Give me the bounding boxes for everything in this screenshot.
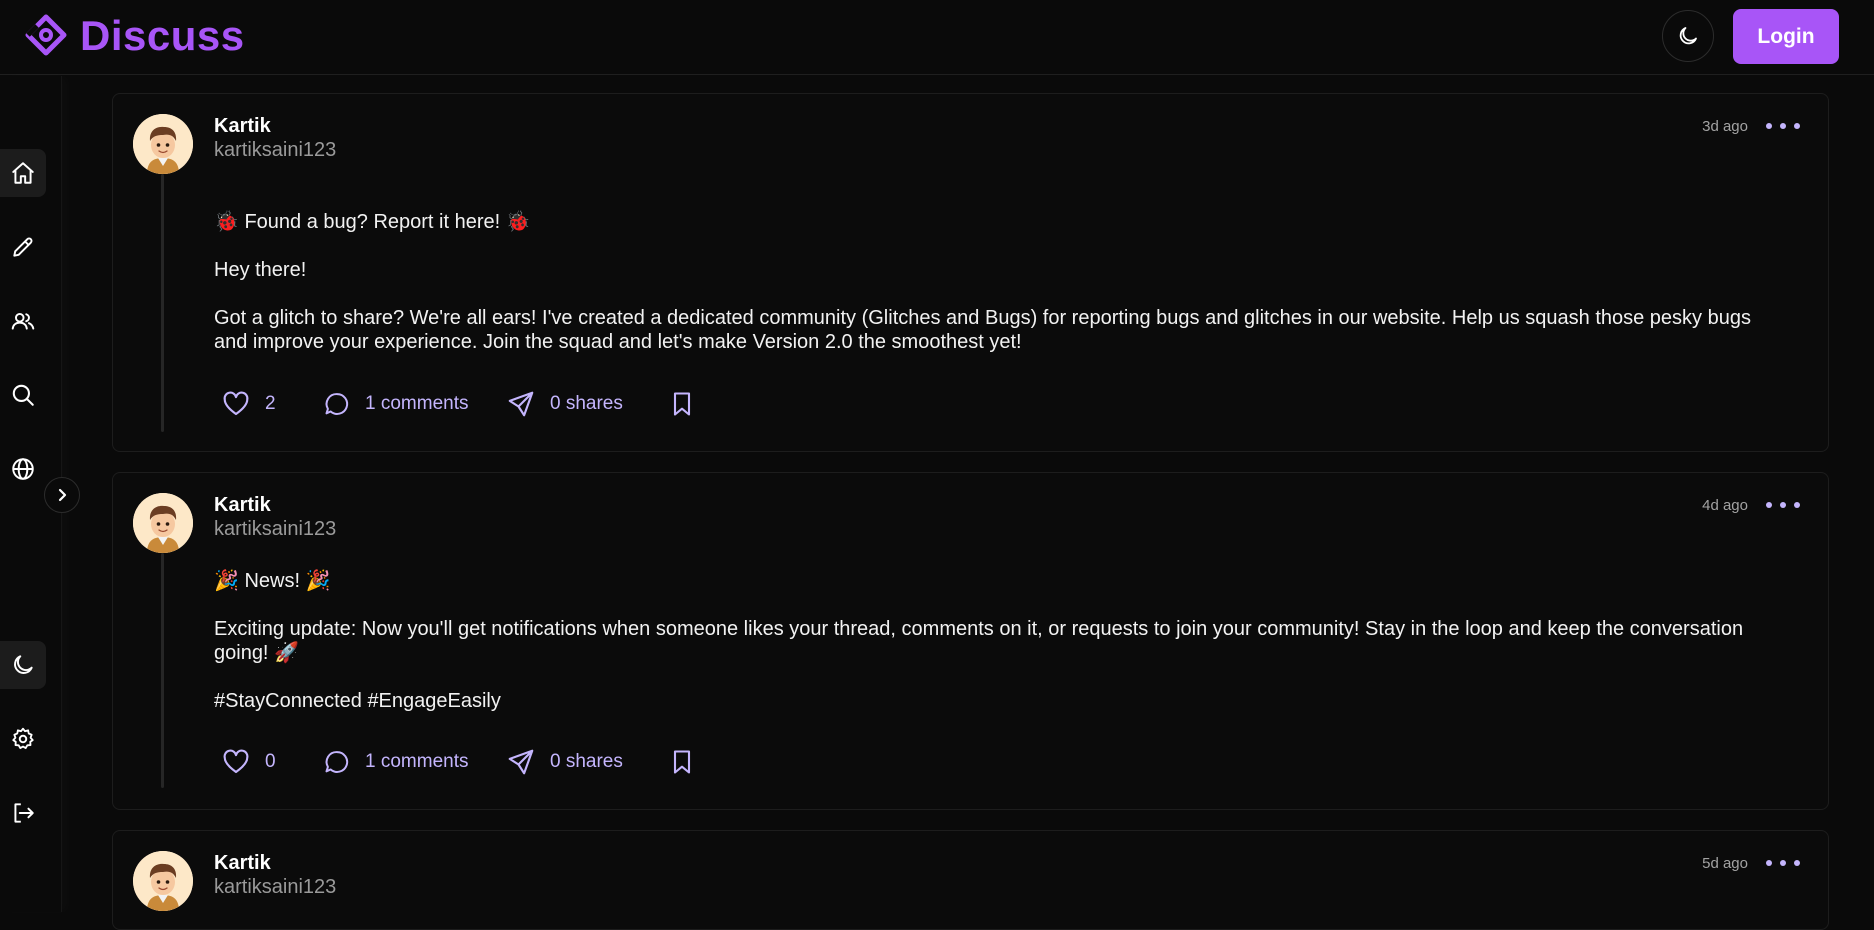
- avatar-image: [133, 114, 193, 174]
- author-handle[interactable]: kartiksaini123: [214, 518, 336, 541]
- login-button[interactable]: Login: [1733, 9, 1839, 64]
- thread-card[interactable]: Kartik kartiksaini123 5d ago: [112, 830, 1829, 930]
- dot-icon: [1794, 860, 1800, 866]
- dot-icon: [1794, 123, 1800, 129]
- author-name[interactable]: Kartik: [214, 852, 271, 875]
- author-handle[interactable]: kartiksaini123: [214, 876, 336, 899]
- share-button[interactable]: 0 shares: [506, 389, 668, 419]
- heart-icon: [223, 391, 249, 416]
- sidebar-expand-button[interactable]: [44, 477, 80, 513]
- like-count: 0: [265, 751, 276, 772]
- like-button[interactable]: 0: [221, 747, 323, 777]
- post-actions: 0 1 comments 0 shares: [221, 744, 696, 780]
- post-paragraph: Exciting update: Now you'll get notifica…: [214, 618, 1744, 664]
- dot-icon: [1766, 123, 1772, 129]
- heart-icon: [223, 749, 249, 774]
- dot-icon: [1794, 502, 1800, 508]
- author-handle[interactable]: kartiksaini123: [214, 139, 336, 162]
- more-options-button[interactable]: [1766, 116, 1800, 136]
- theme-toggle-button[interactable]: [1662, 10, 1714, 62]
- sidebar-item-logout[interactable]: [0, 789, 46, 837]
- post-timestamp: 5d ago: [1702, 855, 1748, 872]
- pencil-icon: [13, 237, 33, 257]
- chevron-right-icon: [58, 488, 67, 502]
- post-actions: 2 1 comments 0 shares: [221, 386, 696, 422]
- avatar[interactable]: [133, 493, 193, 553]
- share-button[interactable]: 0 shares: [506, 747, 668, 777]
- avatar-image: [133, 851, 193, 911]
- comment-count: 1 comments: [365, 751, 469, 772]
- sidebar-item-create[interactable]: [0, 223, 46, 271]
- moon-icon: [1679, 27, 1697, 45]
- gear-icon: [12, 727, 34, 750]
- dot-icon: [1780, 502, 1786, 508]
- home-icon: [12, 162, 34, 184]
- like-count: 2: [265, 393, 276, 414]
- share-count: 0 shares: [550, 393, 623, 414]
- dot-icon: [1766, 860, 1772, 866]
- thread-line: [161, 553, 164, 788]
- bookmark-icon: [673, 392, 691, 416]
- send-icon: [508, 391, 534, 417]
- brand[interactable]: Discuss: [24, 12, 245, 60]
- bookmark-button[interactable]: [668, 748, 696, 776]
- author-name[interactable]: Kartik: [214, 494, 271, 517]
- sidebar-item-search[interactable]: [0, 371, 46, 419]
- post-paragraph: #StayConnected #EngageEasily: [214, 690, 501, 712]
- logout-icon: [14, 803, 34, 823]
- post-paragraph: Hey there!: [214, 259, 307, 281]
- more-options-button[interactable]: [1766, 495, 1800, 515]
- sidebar-item-home[interactable]: [0, 149, 46, 197]
- post-paragraph: 🐞 Found a bug? Report it here! 🐞: [214, 211, 531, 233]
- comment-button[interactable]: 1 comments: [323, 390, 506, 418]
- post-timestamp: 3d ago: [1702, 118, 1748, 135]
- post-timestamp: 4d ago: [1702, 497, 1748, 514]
- avatar-image: [133, 493, 193, 553]
- search-icon: [12, 384, 34, 406]
- thread-card[interactable]: Kartik kartiksaini123 3d ago 🐞 Found a b…: [112, 93, 1829, 452]
- dot-icon: [1780, 860, 1786, 866]
- like-button[interactable]: 2: [221, 389, 323, 419]
- author-name[interactable]: Kartik: [214, 115, 271, 138]
- comment-icon: [325, 393, 349, 415]
- moon-icon: [14, 655, 33, 674]
- brand-name: Discuss: [80, 12, 245, 59]
- bookmark-button[interactable]: [668, 390, 696, 418]
- comment-icon: [325, 751, 349, 773]
- top-navbar: Discuss Login: [0, 0, 1874, 75]
- post-body[interactable]: 🐞 Found a bug? Report it here! 🐞 Hey the…: [214, 210, 1774, 378]
- comment-button[interactable]: 1 comments: [323, 748, 506, 776]
- avatar[interactable]: [133, 851, 193, 911]
- sidebar-item-settings[interactable]: [0, 715, 46, 763]
- dot-icon: [1766, 502, 1772, 508]
- users-icon: [11, 312, 35, 330]
- sidebar-item-explore[interactable]: [0, 445, 46, 493]
- comment-count: 1 comments: [365, 393, 469, 414]
- send-icon: [508, 749, 534, 775]
- thread-line: [161, 174, 164, 432]
- avatar[interactable]: [133, 114, 193, 174]
- thread-card[interactable]: Kartik kartiksaini123 4d ago 🎉 News! 🎉 E…: [112, 472, 1829, 810]
- sidebar-item-theme[interactable]: [0, 641, 46, 689]
- discuss-logo-icon: [25, 14, 67, 56]
- globe-icon: [12, 458, 34, 480]
- dot-icon: [1780, 123, 1786, 129]
- share-count: 0 shares: [550, 751, 623, 772]
- more-options-button[interactable]: [1766, 853, 1800, 873]
- post-paragraph: 🎉 News! 🎉: [214, 570, 331, 592]
- post-paragraph: Got a glitch to share? We're all ears! I…: [214, 307, 1751, 353]
- post-body[interactable]: 🎉 News! 🎉 Exciting update: Now you'll ge…: [214, 569, 1774, 737]
- bookmark-icon: [673, 750, 691, 774]
- sidebar-item-communities[interactable]: [0, 297, 46, 345]
